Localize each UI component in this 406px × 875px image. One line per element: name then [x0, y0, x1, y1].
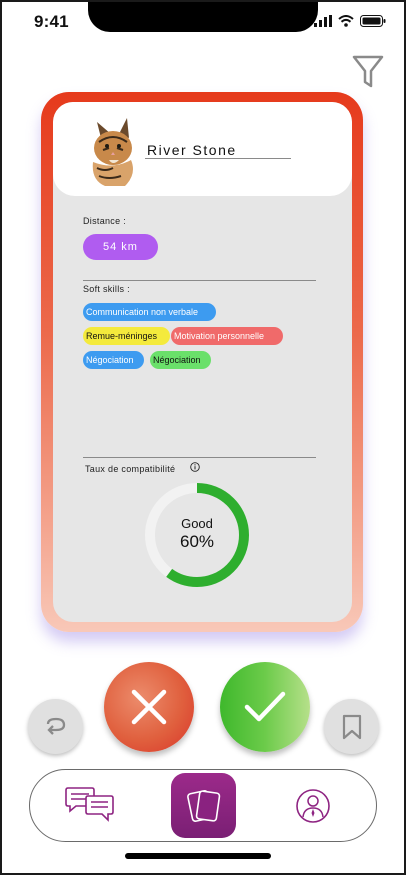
avatar: [92, 118, 133, 186]
filter-icon: [352, 55, 384, 88]
compatibility-rating: Good: [181, 516, 213, 531]
close-icon: [131, 689, 167, 725]
accept-button[interactable]: [220, 662, 310, 752]
profile-name: River Stone: [147, 142, 237, 158]
profile-card[interactable]: River Stone Distance : 54 km Soft skills…: [53, 102, 352, 622]
profile-icon: [296, 789, 330, 823]
skill-chip: Motivation personnelle: [171, 327, 283, 345]
undo-icon: [46, 717, 65, 735]
nav-profile[interactable]: [295, 788, 331, 824]
reject-button[interactable]: [104, 662, 194, 752]
home-indicator: [125, 853, 271, 859]
cards-icon: [186, 789, 220, 822]
nav-messages[interactable]: [64, 786, 116, 824]
device-notch: [88, 0, 318, 32]
divider: [83, 280, 316, 281]
filter-button[interactable]: [352, 54, 384, 90]
bookmark-button[interactable]: [324, 699, 379, 754]
signal-icon: [314, 15, 332, 27]
compatibility-value: 60%: [179, 532, 215, 551]
battery-icon: [360, 15, 386, 27]
skill-chip: Négociation: [83, 351, 144, 369]
skill-chip: Négociation: [150, 351, 211, 369]
profile-header: River Stone: [53, 102, 352, 196]
wifi-icon: [338, 15, 354, 27]
skill-chip: Remue-méninges: [83, 327, 170, 345]
info-icon[interactable]: [190, 462, 200, 472]
divider: [83, 457, 316, 458]
distance-label: Distance :: [83, 216, 127, 226]
name-underline: [145, 158, 291, 159]
check-icon: [244, 691, 286, 722]
status-icons: [314, 15, 386, 27]
undo-button[interactable]: [28, 699, 83, 754]
distance-badge: 54 km: [83, 234, 158, 260]
compatibility-readout: Good 60%: [142, 516, 252, 552]
nav-cards[interactable]: [171, 773, 236, 838]
skill-chip: Communication non verbale: [83, 303, 216, 321]
compatibility-label: Taux de compatibilité: [85, 464, 176, 474]
status-time: 9:41: [34, 12, 69, 31]
chat-icon: [65, 787, 114, 822]
bookmark-icon: [342, 714, 361, 739]
soft-skills-label: Soft skills :: [83, 284, 130, 294]
